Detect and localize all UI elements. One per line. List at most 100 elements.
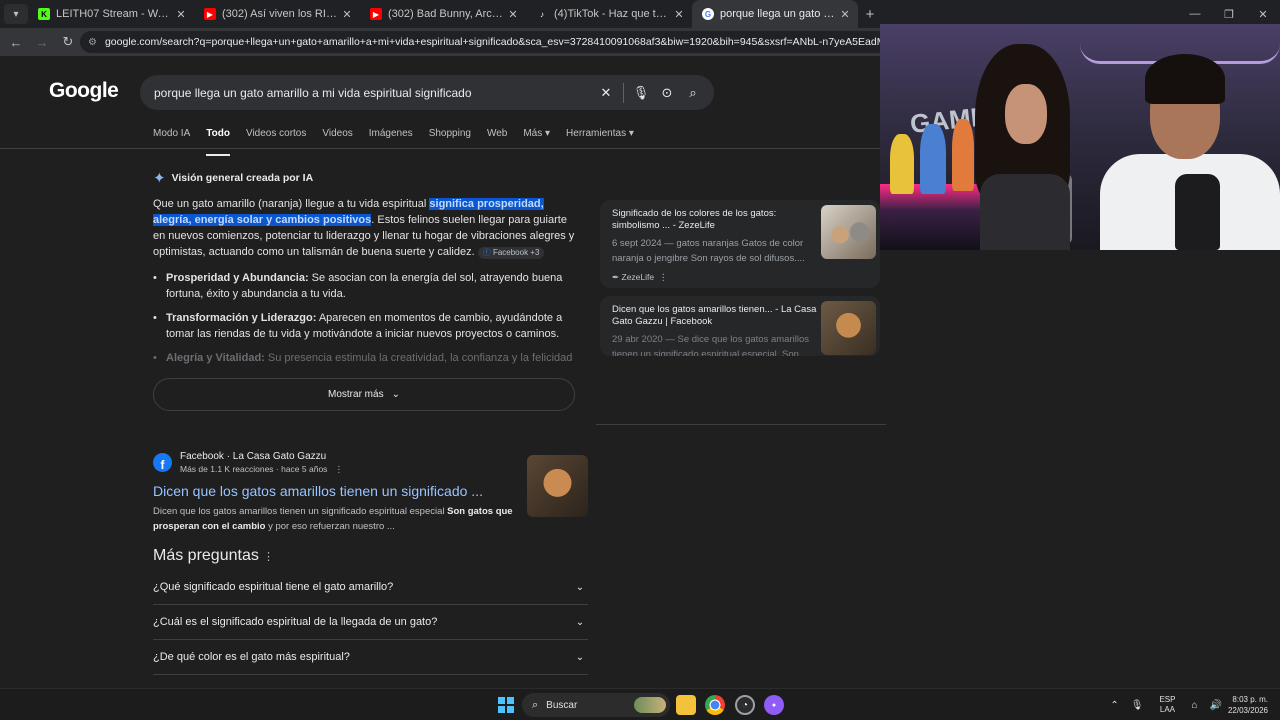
volume-icon[interactable]: 🔊 xyxy=(1210,700,1222,711)
chevron-up-icon[interactable]: ⌃ xyxy=(1110,700,1118,711)
tab-videos[interactable]: Videos xyxy=(322,128,352,150)
close-tab-icon[interactable]: ✕ xyxy=(838,8,852,21)
list-item: Transformación y Liderazgo: Aparecen en … xyxy=(153,310,578,342)
address-bar[interactable]: ⚙ google.com/search?q=porque+llega+un+ga… xyxy=(80,31,900,53)
tab-youtube-2[interactable]: ▶ (302) Bad Bunny, Arcangel, De ✕ xyxy=(360,0,526,28)
zezelife-icon: ✒ xyxy=(612,272,620,282)
tab-search-button[interactable]: ▾ xyxy=(4,4,28,24)
source-title[interactable]: Dicen que los gatos amarillos tienen... … xyxy=(612,304,817,328)
tab-web[interactable]: Web xyxy=(487,128,507,150)
close-tab-icon[interactable]: ✕ xyxy=(672,8,686,21)
source-card[interactable]: Dicen que los gatos amarillos tienen... … xyxy=(600,296,880,356)
streaming-app-icon[interactable]: ● xyxy=(764,695,784,715)
cat-thumbnail xyxy=(821,301,876,355)
tab-google-search[interactable]: G porque llega un gato amarillo a ✕ xyxy=(692,0,858,28)
chevron-down-icon: ⌄ xyxy=(575,651,585,663)
file-explorer-icon[interactable] xyxy=(676,695,696,715)
close-tab-icon[interactable]: ✕ xyxy=(506,8,520,21)
tiktok-icon: ♪ xyxy=(536,8,548,20)
search-icon[interactable]: ⌕ xyxy=(680,85,706,101)
tab-todo[interactable]: Todo xyxy=(206,128,230,156)
lang-top: ESP xyxy=(1159,695,1176,704)
tab-mas[interactable]: Más ▾ xyxy=(523,128,550,150)
source-snippet: 29 abr 2020 — Se dice que los gatos amar… xyxy=(612,334,809,356)
chevron-down-icon: ⌄ xyxy=(575,616,585,628)
youtube-icon: ▶ xyxy=(204,8,216,20)
search-result: f Facebook · La Casa Gato Gazzu Más de 1… xyxy=(153,451,593,534)
question-text: ¿De qué color es el gato más espiritual? xyxy=(153,651,350,663)
clock-time: 8:03 p. m. xyxy=(1232,695,1268,704)
tab-modo-ia[interactable]: Modo IA xyxy=(153,128,190,150)
new-tab-button[interactable]: + xyxy=(858,6,882,23)
result-description: Dicen que los gatos amarillos tienen un … xyxy=(153,504,513,534)
question-item[interactable]: ¿Qué significado espiritual tiene el gat… xyxy=(153,570,588,605)
facebook-icon: f xyxy=(153,453,172,472)
question-item[interactable]: ¿Cuál es el significado espiritual de la… xyxy=(153,605,588,640)
tab-videos-cortos[interactable]: Videos cortos xyxy=(246,128,306,150)
clock[interactable]: 8:03 p. m. 22/03/2026 xyxy=(1228,694,1268,716)
ai-overview-heading: ✦ Visión general creada por IA xyxy=(153,169,313,187)
ai-text-start: Que un gato amarillo (naranja) llegue a … xyxy=(153,198,430,210)
ai-overview-paragraph: Que un gato amarillo (naranja) llegue a … xyxy=(153,196,578,260)
more-options-icon[interactable]: ⋮ xyxy=(659,272,668,282)
tab-title: (302) Bad Bunny, Arcangel, De xyxy=(388,8,506,20)
source-title[interactable]: Significado de los colores de los gatos:… xyxy=(612,208,817,232)
start-button[interactable] xyxy=(498,697,514,713)
clear-icon[interactable]: ✕ xyxy=(593,85,619,101)
sparkle-icon: ✦ xyxy=(153,170,166,187)
forward-button[interactable]: → xyxy=(30,30,54,54)
back-button[interactable]: ← xyxy=(4,30,28,54)
more-questions-title: Más preguntas xyxy=(153,547,259,564)
search-icon: ⌕ xyxy=(532,698,539,711)
question-item[interactable]: ¿De qué color es el gato más espiritual?… xyxy=(153,640,588,675)
more-options-icon[interactable]: ⋮ xyxy=(335,464,344,474)
close-tab-icon[interactable]: ✕ xyxy=(174,8,188,21)
chrome-icon[interactable] xyxy=(705,695,725,715)
lens-icon[interactable]: ⊙ xyxy=(654,85,680,101)
youtube-icon: ▶ xyxy=(370,8,382,20)
source-chip[interactable]: ⓕ Facebook +3 xyxy=(477,247,545,259)
body xyxy=(980,174,1070,250)
tab-tiktok[interactable]: ♪ (4)TikTok - Haz que tu día sea e ✕ xyxy=(526,0,692,28)
app-icon[interactable]: ◔ xyxy=(735,695,755,715)
desc-end: y por eso refuerzan nuestro ... xyxy=(265,521,395,532)
divider xyxy=(596,424,886,425)
bullet-title: Prosperidad y Abundancia: xyxy=(166,272,309,284)
list-item: Alegría y Vitalidad: Su presencia estimu… xyxy=(153,350,578,366)
windows-taskbar: ⌕ Buscar ◔ ● ⌃ 🎙 ESP LAA ⌂ 🔊 8:03 p. m. 22… xyxy=(0,688,1280,720)
tab-youtube-1[interactable]: ▶ (302) Así viven los RICOS en Pe ✕ xyxy=(194,0,360,28)
figurine xyxy=(952,119,974,191)
source-chip-label: Facebook +3 xyxy=(492,248,540,257)
tab-title: (302) Así viven los RICOS en Pe xyxy=(222,8,340,20)
reload-button[interactable]: ↻ xyxy=(56,30,80,54)
tab-title: LEITH07 Stream - Watch Live o xyxy=(56,8,174,20)
tab-imagenes[interactable]: Imágenes xyxy=(369,128,413,150)
clock-date: 22/03/2026 xyxy=(1227,706,1268,715)
figurine xyxy=(890,134,914,194)
bullet-title: Transformación y Liderazgo: xyxy=(166,312,317,324)
google-logo[interactable]: Google xyxy=(49,79,119,103)
search-tabs: Modo IA Todo Videos cortos Videos Imágen… xyxy=(153,128,650,156)
hair xyxy=(1145,54,1225,104)
tab-herramientas[interactable]: Herramientas ▾ xyxy=(566,128,634,150)
tab-shopping[interactable]: Shopping xyxy=(429,128,471,150)
cats-thumbnail xyxy=(821,205,876,259)
source-card[interactable]: Significado de los colores de los gatos:… xyxy=(600,200,880,288)
divider xyxy=(0,148,880,149)
more-options-icon[interactable]: ⋮ xyxy=(263,550,274,563)
close-tab-icon[interactable]: ✕ xyxy=(340,8,354,21)
microphone-icon[interactable]: 🎙 xyxy=(628,85,654,101)
network-icon[interactable]: ⌂ xyxy=(1191,700,1197,711)
facebook-icon: ⓕ xyxy=(482,248,491,257)
site-info-icon[interactable]: ⚙ xyxy=(88,37,97,48)
language-indicator[interactable]: ESP LAA xyxy=(1159,695,1175,715)
webcam-overlay: GAMER xyxy=(880,24,1280,250)
search-input[interactable]: porque llega un gato amarillo a mi vida … xyxy=(154,86,593,100)
show-more-button[interactable]: Mostrar más ⌄ xyxy=(153,378,575,411)
search-box[interactable]: porque llega un gato amarillo a mi vida … xyxy=(140,75,714,110)
tab-kick[interactable]: K LEITH07 Stream - Watch Live o ✕ xyxy=(28,0,194,28)
source-site: ✒ ZezeLife ⋮ xyxy=(612,272,868,283)
result-thumbnail[interactable] xyxy=(527,455,588,517)
taskbar-search[interactable]: ⌕ Buscar xyxy=(522,693,670,717)
microphone-icon[interactable]: 🎙 xyxy=(1131,700,1144,711)
